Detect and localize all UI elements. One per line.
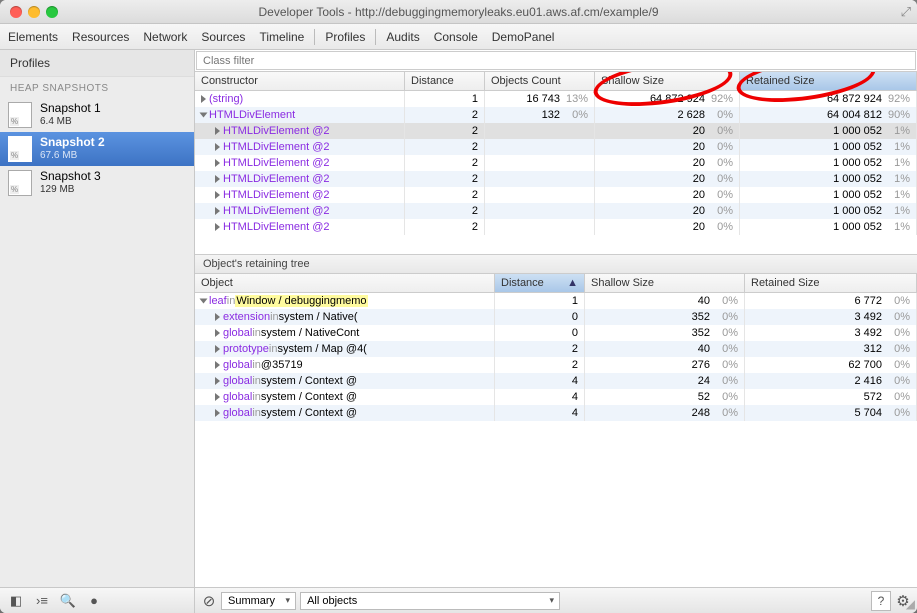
snapshot-size: 6.4 MB [40,116,101,128]
table-row[interactable]: global in system / Context @42480%5 7040… [195,405,917,421]
col-distance[interactable]: Distance▲ [495,274,585,292]
separator [375,29,376,45]
snapshot-item[interactable]: Snapshot 267.6 MB [0,132,194,166]
table-row[interactable]: global in system / Context @4240%2 4160% [195,373,917,389]
dock-icon[interactable]: ◧ [8,593,24,609]
snapshot-icon [8,102,32,128]
table-row[interactable]: extension in system / Native(03520%3 492… [195,309,917,325]
col-objects-count[interactable]: Objects Count [485,72,595,90]
table-row[interactable]: HTMLDivElement @22200%1 000 0521% [195,203,917,219]
col-distance[interactable]: Distance [405,72,485,90]
constructors-grid: Constructor Distance Objects Count Shall… [195,72,917,254]
window-title: Developer Tools - http://debuggingmemory… [0,5,917,19]
resize-grip-icon[interactable]: ◢ [906,597,915,611]
tab-sources[interactable]: Sources [201,30,245,44]
rows-top[interactable]: (string)116 74313%64 872 92492%64 872 92… [195,91,917,254]
table-row[interactable]: global in @3571922760%62 7000% [195,357,917,373]
retaining-tree-title: Object's retaining tree [195,254,917,274]
tab-resources[interactable]: Resources [72,30,129,44]
table-row[interactable]: prototype in system / Map @4(2400%3120% [195,341,917,357]
minimize-window-button[interactable] [28,6,40,18]
table-row[interactable]: global in system / NativeCont03520%3 492… [195,325,917,341]
help-button[interactable]: ? [871,591,891,611]
tab-demopanel[interactable]: DemoPanel [492,30,555,44]
snapshot-size: 129 MB [40,184,101,196]
col-shallow-size[interactable]: Shallow Size [585,274,745,292]
retaining-grid: Object Distance▲ Shallow Size Retained S… [195,274,917,587]
titlebar[interactable]: Developer Tools - http://debuggingmemory… [0,0,917,24]
statusbar: ◧ ›≡ 🔍 ● ⊘ Summary All objects ? ⚙ [0,587,917,613]
main-panel: Constructor Distance Objects Count Shall… [195,50,917,587]
snapshot-name: Snapshot 1 [40,102,101,116]
col-shallow-size[interactable]: Shallow Size [595,72,740,90]
devtools-window: Developer Tools - http://debuggingmemory… [0,0,917,613]
separator [314,29,315,45]
grid-header: Object Distance▲ Shallow Size Retained S… [195,274,917,293]
tab-elements[interactable]: Elements [8,30,58,44]
table-row[interactable]: HTMLDivElement @22200%1 000 0521% [195,219,917,235]
col-object[interactable]: Object [195,274,495,292]
sidebar-title: Profiles [0,50,194,77]
zoom-window-button[interactable] [46,6,58,18]
table-row[interactable]: HTMLDivElement21320%2 6280%64 004 81290% [195,107,917,123]
table-row[interactable]: leaf in Window / debuggingmemo1400%6 772… [195,293,917,309]
snapshot-icon [8,136,32,162]
rows-bottom[interactable]: leaf in Window / debuggingmemo1400%6 772… [195,293,917,587]
filter-bar [195,50,917,72]
table-row[interactable]: HTMLDivElement @22200%1 000 0521% [195,171,917,187]
window-controls [10,6,58,18]
snapshot-size: 67.6 MB [40,150,105,162]
table-row[interactable]: HTMLDivElement @22200%1 000 0521% [195,123,917,139]
profiles-sidebar: Profiles HEAP SNAPSHOTS Snapshot 16.4 MB… [0,50,195,587]
tab-network[interactable]: Network [143,30,187,44]
sidebar-section: HEAP SNAPSHOTS [0,77,194,98]
snapshot-item[interactable]: Snapshot 3129 MB [0,166,194,200]
objects-select[interactable]: All objects [300,592,560,610]
expand-icon[interactable]: ⤢ [901,4,911,20]
tab-profiles[interactable]: Profiles [325,30,365,44]
table-row[interactable]: HTMLDivElement @22200%1 000 0521% [195,155,917,171]
tab-timeline[interactable]: Timeline [259,30,304,44]
tab-console[interactable]: Console [434,30,478,44]
table-row[interactable]: HTMLDivElement @22200%1 000 0521% [195,139,917,155]
clear-icon[interactable]: ⊘ [201,593,217,609]
grid-header: Constructor Distance Objects Count Shall… [195,72,917,91]
view-select[interactable]: Summary [221,592,296,610]
table-row[interactable]: (string)116 74313%64 872 92492%64 872 92… [195,91,917,107]
snapshot-item[interactable]: Snapshot 16.4 MB [0,98,194,132]
col-retained-size[interactable]: Retained Size [745,274,917,292]
record-icon[interactable]: ● [86,593,102,609]
console-icon[interactable]: ›≡ [34,593,50,609]
class-filter-input[interactable] [196,51,916,70]
search-icon[interactable]: 🔍 [60,593,76,609]
snapshot-name: Snapshot 3 [40,170,101,184]
close-window-button[interactable] [10,6,22,18]
snapshot-icon [8,170,32,196]
snapshot-name: Snapshot 2 [40,136,105,150]
devtools-tabs: Elements Resources Network Sources Timel… [0,24,917,50]
col-constructor[interactable]: Constructor [195,72,405,90]
table-row[interactable]: HTMLDivElement @22200%1 000 0521% [195,187,917,203]
tab-audits[interactable]: Audits [386,30,419,44]
col-retained-size[interactable]: Retained Size [740,72,917,90]
table-row[interactable]: global in system / Context @4520%5720% [195,389,917,405]
